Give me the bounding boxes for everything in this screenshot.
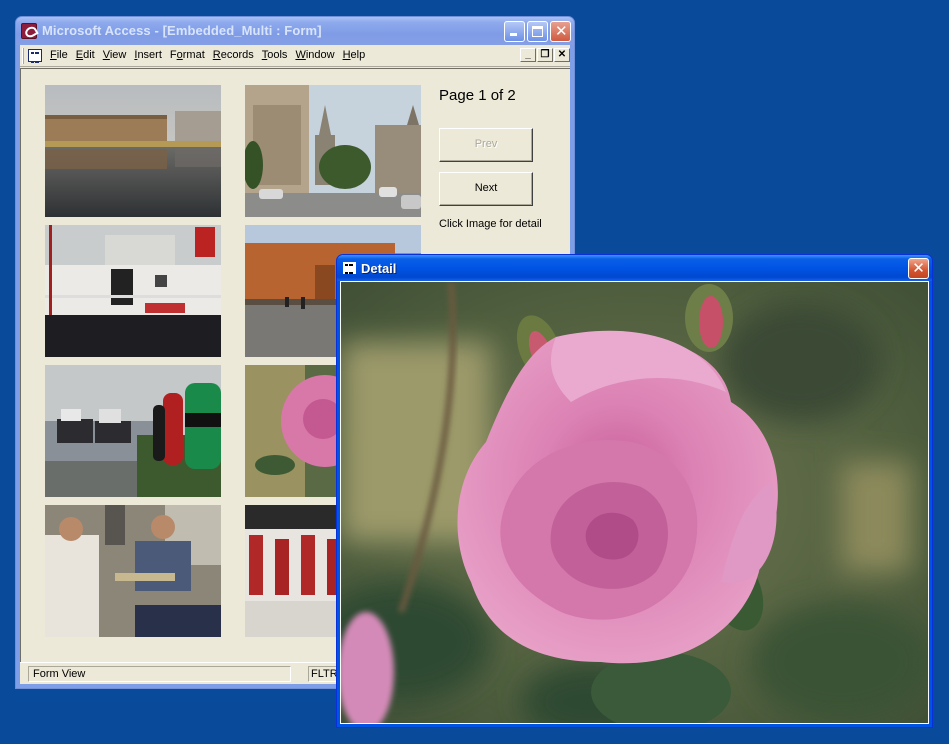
menu-label-part: ile (56, 49, 68, 61)
menu-label-part: ools (267, 49, 288, 61)
thumbnail-canal-image (45, 85, 221, 217)
detail-window: Detail ✕ (336, 254, 933, 728)
menu-accelerator: R (212, 49, 221, 61)
menu-edit[interactable]: Edit (76, 49, 95, 61)
thumbnail-7[interactable] (45, 505, 221, 637)
menu-bar: File Edit View Insert Format Records Tools Wind… (20, 45, 570, 67)
menu-window[interactable]: Window (295, 49, 334, 61)
close-icon: ✕ (912, 259, 925, 277)
detail-close-button[interactable]: ✕ (908, 258, 929, 279)
prev-button[interactable]: Prev (439, 128, 533, 162)
thumbnail-tugboats-image (45, 365, 221, 497)
menu-label-part: ecords (220, 49, 254, 61)
menu-accelerator: W (295, 49, 306, 61)
menu-bar-grip[interactable] (22, 48, 24, 64)
menu-label-part: nsert (137, 49, 162, 61)
click-image-hint: Click Image for detail (439, 218, 542, 230)
thumbnail-1[interactable] (45, 85, 221, 217)
thumbnail-3[interactable] (45, 225, 221, 357)
menu-label-part: F (169, 49, 177, 61)
menu-accelerator: H (342, 49, 351, 61)
menu-tools[interactable]: Tools (262, 49, 288, 61)
thumbnail-5[interactable] (45, 365, 221, 497)
menu-accelerator: E (75, 49, 84, 61)
next-button[interactable]: Next (439, 172, 533, 206)
menu-help[interactable]: Help (343, 49, 366, 61)
menu-label-part: rmat (182, 49, 205, 61)
mdi-restore-button[interactable]: ❐ (537, 48, 553, 62)
menu-label-part: iew (109, 49, 127, 61)
minimize-button[interactable] (504, 21, 525, 42)
form-document-icon[interactable] (28, 49, 42, 63)
menu-records[interactable]: Records (213, 49, 254, 61)
menu-items: File Edit View Insert Format Records Tools Wind… (50, 49, 373, 61)
menu-accelerator: F (50, 49, 57, 61)
close-icon: ✕ (555, 22, 568, 40)
thumbnail-chess-image (45, 505, 221, 637)
close-button[interactable]: ✕ (550, 21, 571, 42)
mdi-close-button[interactable]: ✕ (554, 48, 570, 62)
menu-label-part: elp (350, 49, 366, 61)
status-text: Form View (28, 666, 291, 682)
menu-file[interactable]: File (50, 49, 68, 61)
form-icon[interactable] (343, 262, 356, 274)
mdi-minimize-button[interactable]: _ (520, 48, 536, 62)
menu-accelerator: V (102, 49, 110, 61)
thumbnail-cathedral-image (245, 85, 421, 217)
thumbnail-2[interactable] (245, 85, 421, 217)
menu-label-part: dit (83, 49, 95, 61)
detail-body (340, 281, 929, 724)
maximize-icon (532, 26, 543, 37)
access-title-bar[interactable]: Microsoft Access - [Embedded_Multi : For… (16, 17, 574, 45)
page-indicator: Page 1 of 2 (439, 87, 516, 104)
detail-window-title: Detail (361, 261, 397, 276)
rose-photo-image (341, 282, 928, 723)
maximize-button[interactable] (527, 21, 548, 42)
access-window-title: Microsoft Access - [Embedded_Multi : For… (42, 23, 322, 38)
menu-format[interactable]: Format (170, 49, 205, 61)
menu-label-part: indow (305, 49, 335, 61)
minimize-icon (510, 33, 517, 36)
menu-view[interactable]: View (103, 49, 127, 61)
access-app-icon[interactable] (21, 23, 37, 39)
menu-insert[interactable]: Insert (134, 49, 162, 61)
thumbnail-ship-image (45, 225, 221, 357)
detail-title-bar[interactable]: Detail ✕ (337, 255, 932, 281)
detail-photo[interactable] (341, 282, 928, 723)
